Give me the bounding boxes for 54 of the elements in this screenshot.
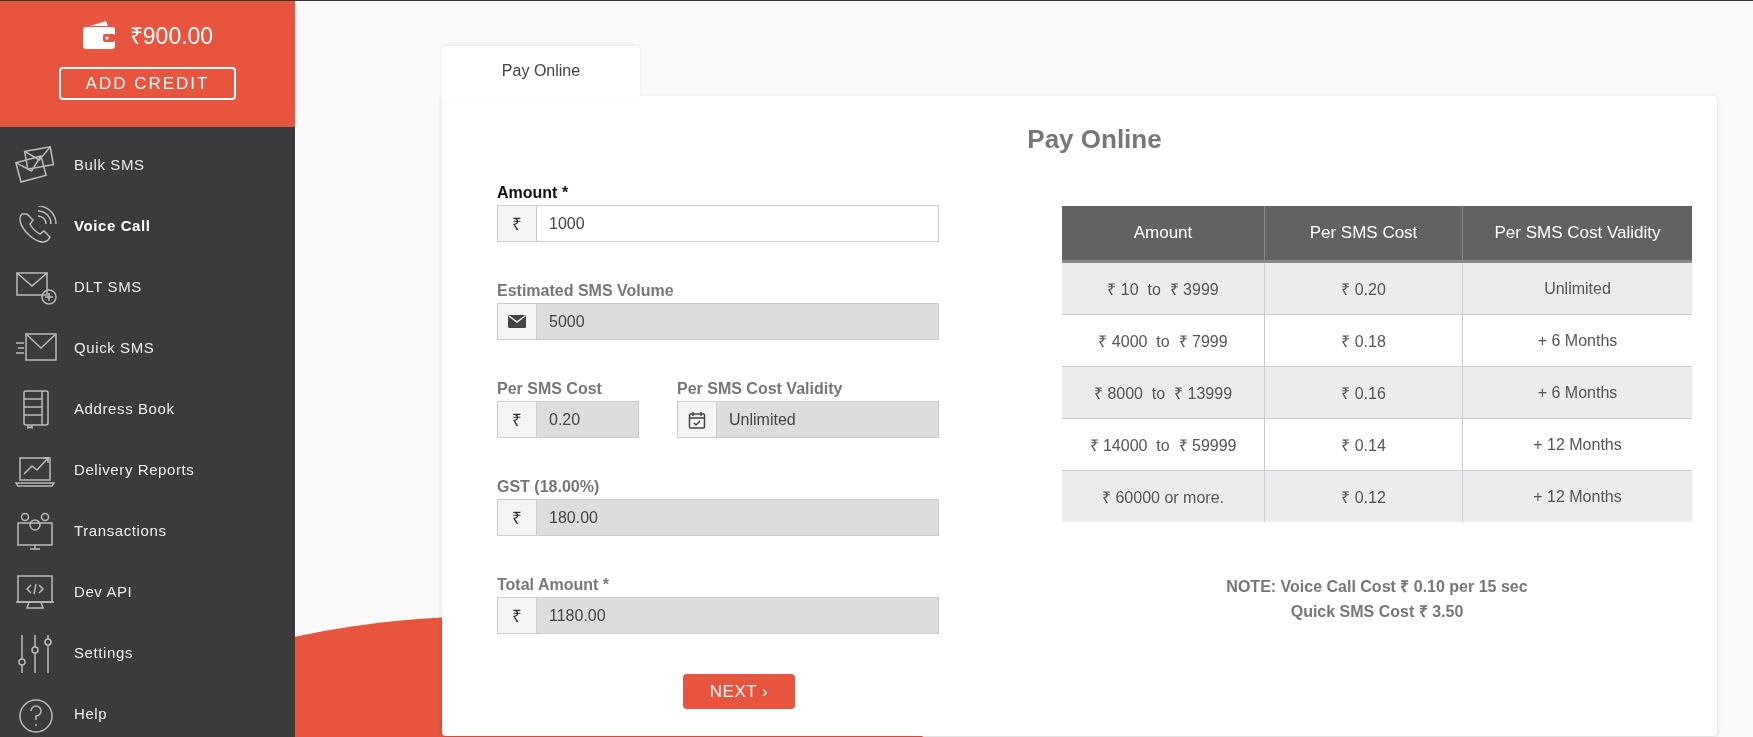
field-label: Amount * bbox=[497, 184, 570, 203]
envelope-icon bbox=[508, 315, 526, 328]
table-cell: ₹ 10 to ₹ 3999 bbox=[1062, 261, 1265, 315]
next-button[interactable]: NEXT › bbox=[683, 674, 795, 709]
input-field[interactable]: ₹ 180.00 bbox=[497, 499, 939, 536]
table-cell: ₹ 0.16 bbox=[1264, 366, 1463, 419]
note-text: NOTE: Voice Call Cost ₹ 0.10 per 15 sec bbox=[1225, 577, 1529, 597]
calendar-icon bbox=[688, 410, 706, 429]
table-cell: + 6 Months bbox=[1462, 366, 1692, 419]
wallet-icon bbox=[81, 20, 116, 50]
balance-amount: ₹900.00 bbox=[129, 22, 214, 51]
tab[interactable]: Pay Online bbox=[442, 46, 640, 96]
sidebar-item[interactable]: Address Book bbox=[0, 378, 295, 439]
field-value: 0.20 bbox=[548, 409, 582, 430]
currency-addon: ₹ bbox=[498, 206, 537, 241]
column-header: Per SMS Cost bbox=[1264, 206, 1463, 262]
note-text: Quick SMS Cost ₹ 3.50 bbox=[1289, 602, 1465, 622]
currency-addon: ₹ bbox=[498, 402, 537, 437]
table-cell: ₹ 0.12 bbox=[1264, 470, 1463, 522]
column-header: Amount bbox=[1062, 206, 1265, 262]
sidebar-item[interactable]: Dev API bbox=[0, 561, 295, 622]
field-label: Per SMS Cost bbox=[497, 380, 603, 399]
input-field[interactable]: ₹ 0.20 bbox=[497, 401, 639, 438]
input-field[interactable]: ₹ 1180.00 bbox=[497, 597, 939, 634]
sidebar-item[interactable]: Transactions bbox=[0, 500, 295, 561]
table-cell: ₹ 0.20 bbox=[1264, 261, 1463, 315]
input-field[interactable]: Unlimited bbox=[677, 401, 939, 438]
column-header: Per SMS Cost Validity bbox=[1462, 206, 1692, 262]
sidebar-item[interactable]: Bulk SMS bbox=[0, 134, 295, 195]
table-cell: Unlimited bbox=[1462, 261, 1692, 315]
sidebar-item[interactable]: Settings bbox=[0, 622, 295, 683]
sidebar-item[interactable]: Quick SMS bbox=[0, 317, 295, 378]
table-cell: ₹ 60000 or more. bbox=[1062, 470, 1265, 522]
field-value: 5000 bbox=[548, 311, 586, 332]
page-title: Pay Online bbox=[1026, 124, 1163, 156]
input-field[interactable]: ₹ 1000 bbox=[497, 205, 939, 242]
field-value: 180.00 bbox=[548, 507, 599, 528]
field-label: Per SMS Cost Validity bbox=[677, 380, 844, 399]
table-cell: + 12 Months bbox=[1462, 470, 1692, 522]
field-label: Total Amount * bbox=[497, 576, 610, 595]
sidebar-item[interactable]: Voice Call bbox=[0, 195, 295, 256]
field-label: Estimated SMS Volume bbox=[497, 282, 675, 301]
field-value: Unlimited bbox=[728, 409, 797, 430]
sidebar-item[interactable]: Delivery Reports bbox=[0, 439, 295, 500]
input-field[interactable]: 5000 bbox=[497, 303, 939, 340]
currency-addon: ₹ bbox=[498, 500, 537, 535]
table-cell: ₹ 8000 to ₹ 13999 bbox=[1062, 366, 1265, 419]
field-value: 1180.00 bbox=[548, 605, 607, 626]
currency-addon: ₹ bbox=[498, 598, 537, 633]
field-value: 1000 bbox=[548, 213, 586, 234]
sidebar-item[interactable]: DLT SMS bbox=[0, 256, 295, 317]
add-credit-button[interactable]: ADD CREDIT bbox=[59, 67, 236, 100]
field-label: GST (18.00%) bbox=[497, 478, 601, 497]
sidebar-item[interactable]: Help bbox=[0, 683, 295, 737]
